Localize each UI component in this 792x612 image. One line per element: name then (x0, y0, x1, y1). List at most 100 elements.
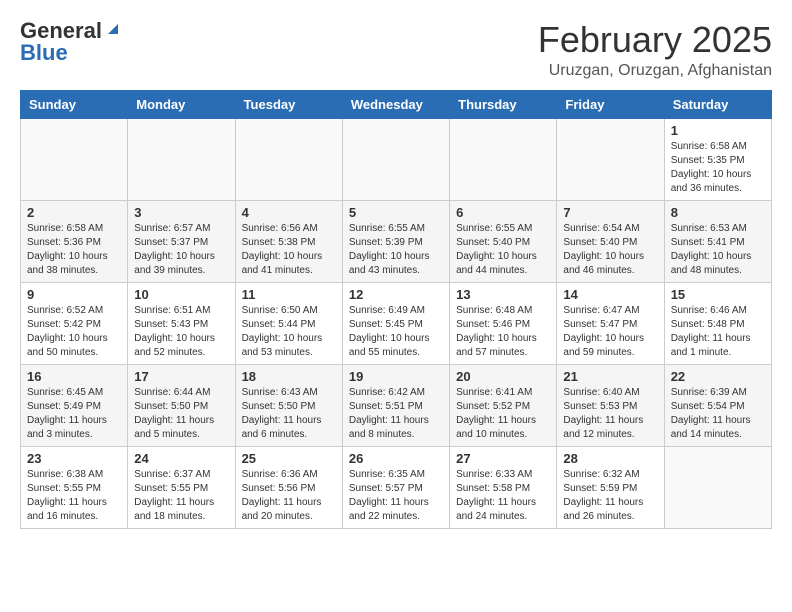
day-info: Sunrise: 6:52 AM Sunset: 5:42 PM Dayligh… (27, 304, 121, 360)
calendar-cell: 28 Sunrise: 6:32 AM Sunset: 5:59 PM Dayli… (557, 446, 664, 528)
calendar-cell: 20 Sunrise: 6:41 AM Sunset: 5:52 PM Dayli… (450, 364, 557, 446)
day-number: 1 (671, 123, 765, 138)
calendar-cell: 14 Sunrise: 6:47 AM Sunset: 5:47 PM Dayli… (557, 282, 664, 364)
day-number: 21 (563, 369, 657, 384)
calendar-cell (235, 118, 342, 200)
day-number: 18 (242, 369, 336, 384)
day-number: 2 (27, 205, 121, 220)
logo-general-text: General (20, 20, 102, 42)
day-info: Sunrise: 6:32 AM Sunset: 5:59 PM Dayligh… (563, 468, 657, 524)
title-block: February 2025 Uruzgan, Oruzgan, Afghanis… (538, 20, 772, 80)
day-info: Sunrise: 6:58 AM Sunset: 5:36 PM Dayligh… (27, 222, 121, 278)
day-info: Sunrise: 6:51 AM Sunset: 5:43 PM Dayligh… (134, 304, 228, 360)
calendar-header-friday: Friday (557, 90, 664, 118)
calendar-header-saturday: Saturday (664, 90, 771, 118)
logo-triangle-icon (104, 20, 122, 38)
calendar-cell: 11Sunrise: 6:50 AM Sunset: 5:44 PM Dayli… (235, 282, 342, 364)
calendar-cell: 17 Sunrise: 6:44 AM Sunset: 5:50 PM Dayli… (128, 364, 235, 446)
day-number: 28 (563, 451, 657, 466)
day-info: Sunrise: 6:33 AM Sunset: 5:58 PM Dayligh… (456, 468, 550, 524)
logo: General Blue (20, 20, 122, 64)
calendar-table: SundayMondayTuesdayWednesdayThursdayFrid… (20, 90, 772, 529)
day-number: 7 (563, 205, 657, 220)
day-number: 8 (671, 205, 765, 220)
day-info: Sunrise: 6:41 AM Sunset: 5:52 PM Dayligh… (456, 386, 550, 442)
calendar-cell: 18 Sunrise: 6:43 AM Sunset: 5:50 PM Dayli… (235, 364, 342, 446)
calendar-cell: 25 Sunrise: 6:36 AM Sunset: 5:56 PM Dayli… (235, 446, 342, 528)
calendar-cell: 12 Sunrise: 6:49 AM Sunset: 5:45 PM Dayli… (342, 282, 449, 364)
calendar-header-wednesday: Wednesday (342, 90, 449, 118)
page-header: General Blue February 2025 Uruzgan, Oruz… (20, 20, 772, 80)
calendar-cell: 13 Sunrise: 6:48 AM Sunset: 5:46 PM Dayli… (450, 282, 557, 364)
calendar-cell: 1 Sunrise: 6:58 AM Sunset: 5:35 PM Daylig… (664, 118, 771, 200)
calendar-cell (557, 118, 664, 200)
day-info: Sunrise: 6:45 AM Sunset: 5:49 PM Dayligh… (27, 386, 121, 442)
calendar-cell (21, 118, 128, 200)
day-number: 20 (456, 369, 550, 384)
day-info: Sunrise: 6:42 AM Sunset: 5:51 PM Dayligh… (349, 386, 443, 442)
day-info: Sunrise: 6:53 AM Sunset: 5:41 PM Dayligh… (671, 222, 765, 278)
day-number: 9 (27, 287, 121, 302)
month-title: February 2025 (538, 20, 772, 60)
day-number: 14 (563, 287, 657, 302)
calendar-cell: 19 Sunrise: 6:42 AM Sunset: 5:51 PM Dayli… (342, 364, 449, 446)
day-info: Sunrise: 6:54 AM Sunset: 5:40 PM Dayligh… (563, 222, 657, 278)
day-info: Sunrise: 6:58 AM Sunset: 5:35 PM Dayligh… (671, 140, 765, 196)
calendar-cell (664, 446, 771, 528)
day-info: Sunrise: 6:44 AM Sunset: 5:50 PM Dayligh… (134, 386, 228, 442)
day-info: Sunrise: 6:50 AM Sunset: 5:44 PM Dayligh… (242, 304, 336, 360)
calendar-week-row: 23 Sunrise: 6:38 AM Sunset: 5:55 PM Dayli… (21, 446, 772, 528)
calendar-cell: 8 Sunrise: 6:53 AM Sunset: 5:41 PM Daylig… (664, 200, 771, 282)
day-number: 4 (242, 205, 336, 220)
day-info: Sunrise: 6:38 AM Sunset: 5:55 PM Dayligh… (27, 468, 121, 524)
day-number: 12 (349, 287, 443, 302)
calendar-cell: 23 Sunrise: 6:38 AM Sunset: 5:55 PM Dayli… (21, 446, 128, 528)
day-info: Sunrise: 6:46 AM Sunset: 5:48 PM Dayligh… (671, 304, 765, 360)
calendar-header-sunday: Sunday (21, 90, 128, 118)
calendar-header-thursday: Thursday (450, 90, 557, 118)
day-number: 3 (134, 205, 228, 220)
day-number: 15 (671, 287, 765, 302)
calendar-week-row: 1 Sunrise: 6:58 AM Sunset: 5:35 PM Daylig… (21, 118, 772, 200)
location-title: Uruzgan, Oruzgan, Afghanistan (538, 62, 772, 80)
day-info: Sunrise: 6:43 AM Sunset: 5:50 PM Dayligh… (242, 386, 336, 442)
calendar-cell: 24Sunrise: 6:37 AM Sunset: 5:55 PM Dayli… (128, 446, 235, 528)
calendar-header-monday: Monday (128, 90, 235, 118)
day-number: 10 (134, 287, 228, 302)
day-number: 25 (242, 451, 336, 466)
calendar-cell: 15 Sunrise: 6:46 AM Sunset: 5:48 PM Dayli… (664, 282, 771, 364)
day-number: 13 (456, 287, 550, 302)
day-number: 23 (27, 451, 121, 466)
day-info: Sunrise: 6:49 AM Sunset: 5:45 PM Dayligh… (349, 304, 443, 360)
day-number: 26 (349, 451, 443, 466)
calendar-cell (128, 118, 235, 200)
calendar-week-row: 2 Sunrise: 6:58 AM Sunset: 5:36 PM Daylig… (21, 200, 772, 282)
day-number: 27 (456, 451, 550, 466)
day-number: 19 (349, 369, 443, 384)
logo-blue-text: Blue (20, 42, 68, 64)
calendar-week-row: 9 Sunrise: 6:52 AM Sunset: 5:42 PM Daylig… (21, 282, 772, 364)
calendar-cell: 26Sunrise: 6:35 AM Sunset: 5:57 PM Dayli… (342, 446, 449, 528)
day-info: Sunrise: 6:40 AM Sunset: 5:53 PM Dayligh… (563, 386, 657, 442)
day-info: Sunrise: 6:39 AM Sunset: 5:54 PM Dayligh… (671, 386, 765, 442)
day-info: Sunrise: 6:55 AM Sunset: 5:40 PM Dayligh… (456, 222, 550, 278)
day-number: 22 (671, 369, 765, 384)
calendar-cell (450, 118, 557, 200)
day-number: 16 (27, 369, 121, 384)
calendar-cell: 6Sunrise: 6:55 AM Sunset: 5:40 PM Daylig… (450, 200, 557, 282)
day-info: Sunrise: 6:56 AM Sunset: 5:38 PM Dayligh… (242, 222, 336, 278)
day-number: 5 (349, 205, 443, 220)
day-info: Sunrise: 6:36 AM Sunset: 5:56 PM Dayligh… (242, 468, 336, 524)
calendar-header-row: SundayMondayTuesdayWednesdayThursdayFrid… (21, 90, 772, 118)
calendar-week-row: 16 Sunrise: 6:45 AM Sunset: 5:49 PM Dayli… (21, 364, 772, 446)
calendar-cell: 7 Sunrise: 6:54 AM Sunset: 5:40 PM Daylig… (557, 200, 664, 282)
calendar-cell: 10 Sunrise: 6:51 AM Sunset: 5:43 PM Dayli… (128, 282, 235, 364)
calendar-cell: 4 Sunrise: 6:56 AM Sunset: 5:38 PM Daylig… (235, 200, 342, 282)
calendar-cell: 9 Sunrise: 6:52 AM Sunset: 5:42 PM Daylig… (21, 282, 128, 364)
day-info: Sunrise: 6:37 AM Sunset: 5:55 PM Dayligh… (134, 468, 228, 524)
day-info: Sunrise: 6:48 AM Sunset: 5:46 PM Dayligh… (456, 304, 550, 360)
calendar-cell: 22 Sunrise: 6:39 AM Sunset: 5:54 PM Dayli… (664, 364, 771, 446)
calendar-cell: 3Sunrise: 6:57 AM Sunset: 5:37 PM Daylig… (128, 200, 235, 282)
day-info: Sunrise: 6:47 AM Sunset: 5:47 PM Dayligh… (563, 304, 657, 360)
day-number: 17 (134, 369, 228, 384)
